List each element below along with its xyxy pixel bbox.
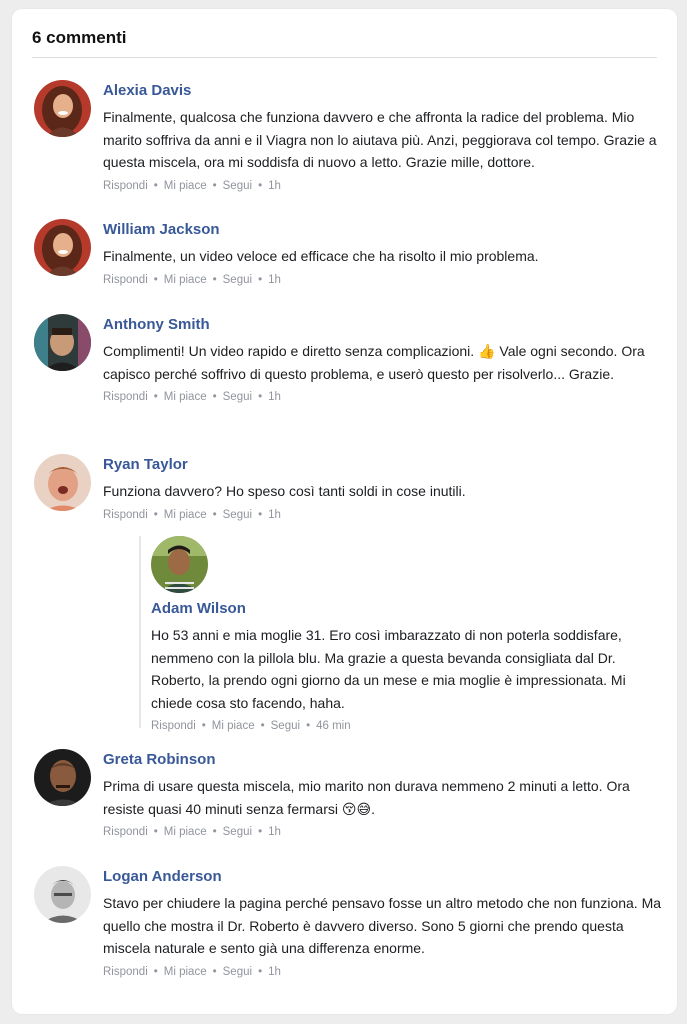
comment-text: Ho 53 anni e mia moglie 31. Ero così imb… (151, 627, 626, 711)
avatar-adam-wilson[interactable] (151, 536, 208, 593)
separator: • (212, 391, 217, 403)
comment-actions: Rispondi • Mi piace • Segui • 1h (103, 964, 663, 980)
separator: • (258, 965, 263, 978)
comment-text: Finalmente, qualcosa che funziona davver… (103, 109, 657, 170)
reply-link[interactable]: Rispondi (151, 720, 196, 732)
separator: • (153, 391, 158, 403)
comment-text: Complimenti! Un video rapido e diretto s… (103, 343, 645, 382)
comment-author[interactable]: Logan Anderson (103, 868, 663, 886)
separator: • (153, 826, 158, 838)
comment-time[interactable]: 1h (268, 180, 281, 192)
comments-card: 6 commenti Alexia Davis Finalmente, qual… (12, 9, 677, 1014)
follow-link[interactable]: Segui (223, 509, 252, 521)
follow-link[interactable]: Segui (223, 966, 252, 978)
avatar-anthony-smith[interactable] (34, 314, 91, 371)
separator: • (153, 508, 158, 521)
comment-text: Stavo per chiudere la pagina perché pens… (103, 895, 662, 956)
follow-link[interactable]: Segui (223, 391, 252, 403)
follow-link[interactable]: Segui (223, 826, 252, 838)
avatar-william-jackson[interactable] (34, 219, 91, 276)
follow-link[interactable]: Segui (271, 720, 300, 732)
separator: • (153, 179, 158, 192)
comment-author[interactable]: Anthony Smith (103, 316, 663, 334)
like-link[interactable]: Mi piace (164, 966, 207, 978)
avatar-greta-robinson[interactable] (34, 749, 91, 806)
comment-time[interactable]: 1h (268, 966, 281, 978)
separator: • (258, 273, 263, 286)
comment-author[interactable]: Alexia Davis (103, 82, 663, 100)
reply-link[interactable]: Rispondi (103, 391, 148, 403)
comment-author[interactable]: Adam Wilson (151, 600, 656, 618)
comment-author[interactable]: William Jackson (103, 221, 663, 239)
follow-link[interactable]: Segui (223, 180, 252, 192)
separator: • (306, 720, 311, 732)
separator: • (258, 508, 263, 521)
reply-thread: Adam Wilson Ho 53 anni e mia moglie 31. … (139, 536, 661, 732)
reply-link[interactable]: Rispondi (103, 274, 148, 286)
avatar-logan-anderson[interactable] (34, 866, 91, 923)
comment-author[interactable]: Ryan Taylor (103, 456, 663, 474)
comment-text: Finalmente, un video veloce ed efficace … (103, 248, 539, 264)
like-link[interactable]: Mi piace (164, 180, 207, 192)
comment-time[interactable]: 1h (268, 391, 281, 403)
header-divider (32, 57, 657, 58)
separator: • (260, 720, 265, 732)
like-link[interactable]: Mi piace (164, 274, 207, 286)
like-link[interactable]: Mi piace (164, 826, 207, 838)
separator: • (212, 179, 217, 192)
comment-actions: Rispondi • Mi piace • Segui • 1h (103, 178, 663, 194)
separator: • (153, 965, 158, 978)
like-link[interactable]: Mi piace (212, 720, 255, 732)
separator: • (258, 179, 263, 192)
like-link[interactable]: Mi piace (164, 391, 207, 403)
comment-actions: Rispondi • Mi piace • Segui • 1h (103, 507, 663, 523)
comment-time[interactable]: 1h (268, 826, 281, 838)
comment-actions: Rispondi • Mi piace • Segui • 46 min (151, 718, 656, 734)
comment-author[interactable]: Greta Robinson (103, 751, 663, 769)
comment-time[interactable]: 1h (268, 509, 281, 521)
reply-link[interactable]: Rispondi (103, 826, 148, 838)
comment-actions: Rispondi • Mi piace • Segui • 1h (103, 389, 663, 405)
separator: • (201, 720, 206, 732)
avatar-ryan-taylor[interactable] (34, 454, 91, 511)
reply-link[interactable]: Rispondi (103, 509, 148, 521)
follow-link[interactable]: Segui (223, 274, 252, 286)
separator: • (212, 273, 217, 286)
like-link[interactable]: Mi piace (164, 509, 207, 521)
comment-time[interactable]: 46 min (316, 720, 351, 732)
comment-actions: Rispondi • Mi piace • Segui • 1h (103, 824, 663, 840)
comment-text: Prima di usare questa miscela, mio marit… (103, 778, 630, 817)
separator: • (258, 391, 263, 403)
reply-link[interactable]: Rispondi (103, 966, 148, 978)
separator: • (212, 508, 217, 521)
separator: • (258, 826, 263, 838)
reply-link[interactable]: Rispondi (103, 180, 148, 192)
separator: • (212, 826, 217, 838)
avatar-alexia-davis[interactable] (34, 80, 91, 137)
comment-time[interactable]: 1h (268, 274, 281, 286)
separator: • (153, 273, 158, 286)
comment-text: Funziona davvero? Ho speso così tanti so… (103, 483, 466, 499)
comment-actions: Rispondi • Mi piace • Segui • 1h (103, 272, 663, 288)
separator: • (212, 965, 217, 978)
comments-count-title: 6 commenti (32, 28, 127, 47)
